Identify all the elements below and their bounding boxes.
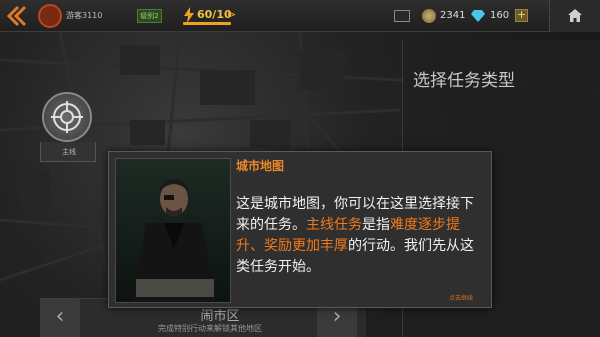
dialog-title: 城市地图 — [236, 159, 285, 173]
character-portrait — [115, 158, 231, 303]
energy-bar-fill — [183, 22, 231, 25]
gem-count: 160 — [490, 10, 510, 21]
prev-district-button[interactable]: ‹ — [40, 299, 80, 337]
home-button[interactable] — [549, 0, 600, 32]
energy-add-icon[interactable]: ⊳ — [227, 8, 236, 21]
coin-icon — [422, 9, 436, 23]
level-badge: 级别2 — [137, 9, 162, 23]
dialog-highlight-main-quest: 主线任务 — [306, 217, 362, 233]
energy-bar — [183, 22, 231, 25]
home-icon — [568, 9, 582, 22]
mail-icon[interactable] — [394, 10, 410, 22]
main-quest-tab[interactable]: 主线 — [40, 142, 96, 162]
district-description: 完成特别行动来解锁其他地区 — [158, 324, 262, 333]
lightning-icon — [184, 7, 194, 23]
panel-title: 选择任务类型 — [413, 71, 515, 91]
dialog-text-part-2: 是指 — [362, 217, 390, 233]
gem-icon — [471, 8, 485, 22]
back-arrow-icon — [6, 5, 27, 27]
main-quest-node[interactable] — [42, 92, 92, 142]
tutorial-dialog[interactable]: 城市地图 这是城市地图，你可以在这里选择接下来的任务。主线任务是指难度逐步提升、… — [108, 151, 492, 308]
add-currency-button[interactable]: + — [515, 9, 528, 22]
top-bar: 游客3110 级别2 60/10 ⊳ 2341 160 + — [0, 0, 600, 32]
player-name: 游客3110 — [66, 11, 103, 20]
continue-hint[interactable]: 点击继续 — [449, 293, 473, 302]
back-button[interactable] — [4, 3, 30, 29]
crosshair-icon — [51, 101, 83, 133]
main-quest-label: 主线 — [62, 148, 76, 156]
dialog-text: 这是城市地图，你可以在这里选择接下来的任务。主线任务是指难度逐步提升、奖励更加丰… — [236, 194, 486, 278]
coin-count: 2341 — [440, 10, 466, 21]
character-figure — [132, 179, 216, 302]
faction-emblem-icon[interactable] — [38, 4, 62, 28]
